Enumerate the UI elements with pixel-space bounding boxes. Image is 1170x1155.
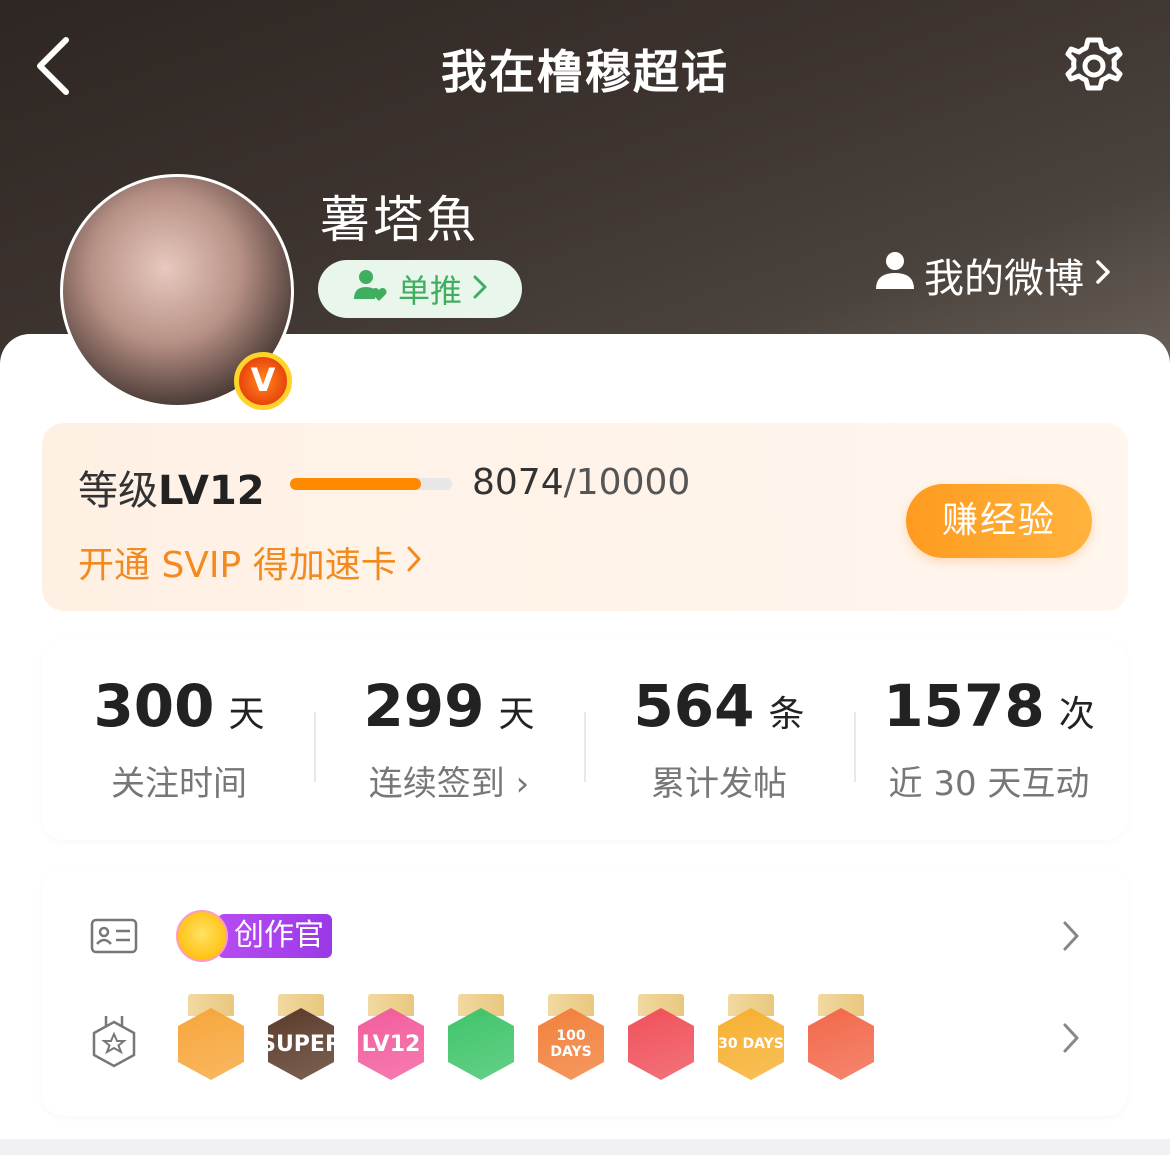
svip-link[interactable]: 开通 SVIP 得加速卡 <box>78 536 423 588</box>
medal-face: SUPER <box>268 1008 334 1080</box>
medal-icon <box>90 1014 138 1068</box>
chevron-right-icon[interactable] <box>1058 1020 1084 1056</box>
user-heart-icon <box>352 267 388 311</box>
stat-value: 564 <box>633 672 755 740</box>
medal-face <box>808 1008 874 1080</box>
stat-unit: 天 <box>228 694 265 735</box>
stat-unit: 次 <box>1058 694 1095 735</box>
medal-face <box>178 1008 244 1080</box>
my-weibo-link[interactable]: 我的微博 <box>874 248 1114 302</box>
level-label: 等级LV12 <box>78 458 265 516</box>
chevron-right-icon <box>405 542 423 583</box>
stat-total-posts: 564 条 累计发帖 <box>584 672 854 805</box>
chevron-right-icon[interactable] <box>1058 918 1084 954</box>
medal-crown-icon[interactable] <box>176 994 246 1084</box>
medal-face <box>628 1008 694 1080</box>
level-exp-current: 8074 <box>472 462 564 503</box>
user-icon <box>874 249 916 301</box>
level-prefix: 等级 <box>78 468 158 514</box>
medal-hand-icon[interactable] <box>446 994 516 1084</box>
medal-rock-hand-icon[interactable] <box>806 994 876 1084</box>
creator-badge[interactable]: 创作官 <box>176 910 332 962</box>
bottom-divider <box>0 1139 1170 1155</box>
medal-super-icon[interactable]: SUPER <box>266 994 336 1084</box>
medal-face <box>448 1008 514 1080</box>
stat-interactions: 1578 次 近 30 天互动 <box>854 672 1124 805</box>
level-progress-fill <box>290 478 421 490</box>
level-value: LV12 <box>158 468 265 514</box>
medal-lv12-icon[interactable]: LV12 <box>356 994 426 1084</box>
my-weibo-label: 我的微博 <box>924 256 1084 302</box>
gear-icon[interactable] <box>1058 30 1130 102</box>
level-experience: 8074/10000 <box>472 462 690 503</box>
creator-mascot-icon <box>176 910 228 962</box>
medal-trophy-icon[interactable] <box>626 994 696 1084</box>
medal-30-days-icon[interactable]: 30 DAYS <box>716 994 786 1084</box>
stat-unit: 条 <box>768 694 805 735</box>
stat-value: 299 <box>363 672 485 740</box>
username: 薯塔魚 <box>320 191 479 249</box>
stat-value: 300 <box>93 672 215 740</box>
medal-100-days-icon[interactable]: 100 DAYS <box>536 994 606 1084</box>
svip-link-label: 开通 SVIP 得加速卡 <box>78 545 397 586</box>
stat-label: 累计发帖 <box>651 764 787 804</box>
page-title: 我在橹穆超话 <box>441 45 729 99</box>
medal-face: 100 DAYS <box>538 1008 604 1080</box>
chevron-right-icon <box>1092 252 1114 298</box>
fan-tag-button[interactable]: 单推 <box>318 260 522 318</box>
creator-label: 创作官 <box>218 914 332 958</box>
stat-checkin-days[interactable]: 299 天 连续签到 › <box>314 672 584 805</box>
earn-experience-button[interactable]: 赚经验 <box>906 484 1092 558</box>
verified-badge-icon: V <box>234 352 292 410</box>
chevron-right-icon <box>472 270 488 308</box>
stat-value: 1578 <box>883 672 1045 740</box>
stat-label: 近 30 天互动 <box>888 764 1090 804</box>
stat-unit: 天 <box>498 694 535 735</box>
level-progress-bar <box>290 478 452 490</box>
fan-tag-label: 单推 <box>397 272 462 310</box>
id-card-icon <box>90 912 138 960</box>
level-exp-total: /10000 <box>563 462 691 503</box>
medal-face: 30 DAYS <box>718 1008 784 1080</box>
stat-label: 关注时间 <box>111 764 247 804</box>
medal-face: LV12 <box>358 1008 424 1080</box>
stat-follow-days: 300 天 关注时间 <box>44 672 314 805</box>
stat-label: 连续签到 › <box>368 764 530 804</box>
